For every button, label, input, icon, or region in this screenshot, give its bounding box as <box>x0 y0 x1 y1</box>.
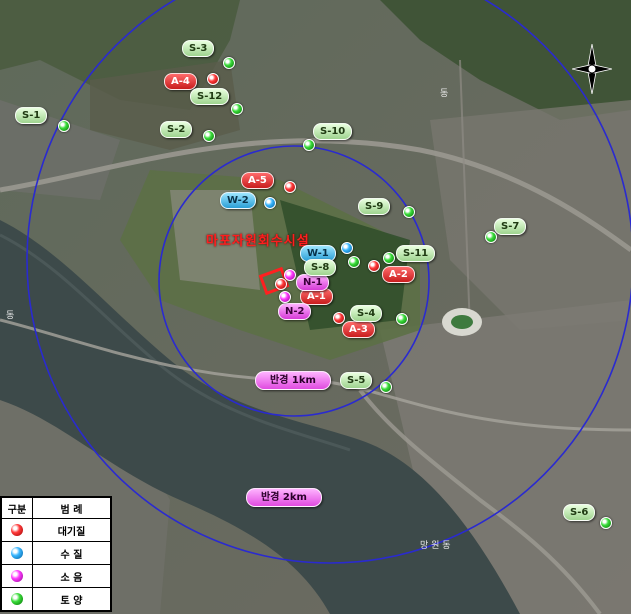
soil-point-s7-label[interactable]: S-7 <box>494 218 527 235</box>
map-legend: 구분 범 례 대기질 수 질 소 음 토 양 <box>0 496 112 612</box>
soil-point-s2-label[interactable]: S-2 <box>160 121 193 138</box>
soil-point-s5-label[interactable]: S-5 <box>340 372 373 389</box>
noise-legend-icon <box>11 570 23 582</box>
legend-water: 수 질 <box>32 541 111 565</box>
map-word-3: 망 원 동 <box>420 540 451 551</box>
soil-point-s11-marker[interactable] <box>383 252 395 264</box>
soil-point-s12-marker[interactable] <box>231 103 243 115</box>
soil-point-s2-marker[interactable] <box>203 130 215 142</box>
air-point-a2-marker[interactable] <box>368 260 380 272</box>
legend-header-label: 범 례 <box>32 497 111 519</box>
air-point-a4-label[interactable]: A-4 <box>164 73 197 90</box>
map-stage: 동 동 망 원 동 마포자원회수시설 A-4 A-5 A-1 A-2 A-3 W… <box>0 0 631 614</box>
noise-point-n2-marker[interactable] <box>279 291 291 303</box>
soil-point-s8-marker[interactable] <box>348 256 360 268</box>
soil-point-s11-label[interactable]: S-11 <box>396 245 436 262</box>
soil-point-s10-marker[interactable] <box>303 139 315 151</box>
soil-point-s8-label[interactable]: S-8 <box>304 259 337 276</box>
soil-point-s10-label[interactable]: S-10 <box>313 123 353 140</box>
soil-point-s4-label[interactable]: S-4 <box>350 305 383 322</box>
soil-point-s1-marker[interactable] <box>58 120 70 132</box>
noise-point-n1-label[interactable]: N-1 <box>296 274 330 291</box>
soil-point-s12-label[interactable]: S-12 <box>190 88 230 105</box>
soil-point-s3-label[interactable]: S-3 <box>182 40 215 57</box>
soil-point-s4-marker[interactable] <box>396 313 408 325</box>
soil-point-s9-marker[interactable] <box>403 206 415 218</box>
map-word-2: 동 <box>6 310 14 321</box>
air-point-a5-label[interactable]: A-5 <box>241 172 274 189</box>
water-point-w1-marker[interactable] <box>341 242 353 254</box>
air-point-a1-marker[interactable] <box>275 278 287 290</box>
air-point-a2-label[interactable]: A-2 <box>382 266 415 283</box>
air-point-a3-label[interactable]: A-3 <box>342 321 375 338</box>
air-point-a5-marker[interactable] <box>284 181 296 193</box>
soil-legend-icon <box>11 593 23 605</box>
legend-header-type: 구분 <box>1 497 33 519</box>
air-point-a4-marker[interactable] <box>207 73 219 85</box>
compass-icon <box>572 44 612 94</box>
soil-point-s5-marker[interactable] <box>380 381 392 393</box>
radius-1km-label: 반경 1km <box>255 371 331 390</box>
map-word-1: 동 <box>440 88 448 99</box>
soil-point-s6-marker[interactable] <box>600 517 612 529</box>
water-legend-icon <box>11 547 23 559</box>
water-point-w2-label[interactable]: W-2 <box>220 192 256 209</box>
air-legend-icon <box>11 524 23 536</box>
noise-point-n2-label[interactable]: N-2 <box>278 303 312 320</box>
legend-soil: 토 양 <box>32 587 111 611</box>
radius-2km-label: 반경 2km <box>246 488 322 507</box>
soil-point-s1-label[interactable]: S-1 <box>15 107 48 124</box>
legend-air: 대기질 <box>32 518 111 542</box>
soil-point-s3-marker[interactable] <box>223 57 235 69</box>
soil-point-s9-label[interactable]: S-9 <box>358 198 391 215</box>
noise-point-n1-marker[interactable] <box>284 269 296 281</box>
legend-noise: 소 음 <box>32 564 111 588</box>
air-point-a3-marker[interactable] <box>333 312 345 324</box>
soil-point-s6-label[interactable]: S-6 <box>563 504 596 521</box>
soil-point-s7-marker[interactable] <box>485 231 497 243</box>
water-point-w2-marker[interactable] <box>264 197 276 209</box>
site-title: 마포자원회수시설 <box>206 234 310 249</box>
